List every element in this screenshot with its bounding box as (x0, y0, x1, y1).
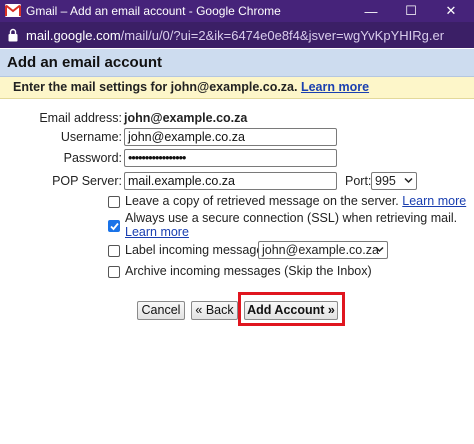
notice-bar: Enter the mail settings for john@example… (0, 77, 474, 99)
minimize-button[interactable]: — (354, 0, 388, 22)
leave-copy-learn-more-link[interactable]: Learn more (402, 194, 466, 208)
cancel-button[interactable]: Cancel (137, 301, 185, 320)
lock-icon[interactable] (8, 28, 18, 42)
leave-copy-option: Leave a copy of retrieved message on the… (125, 194, 466, 208)
password-input[interactable]: ••••••••••••••••• (124, 149, 337, 167)
label-incoming-checkbox[interactable] (108, 245, 120, 257)
window-titlebar: Gmail – Add an email account - Google Ch… (0, 0, 474, 22)
email-address-label: Email address: (39, 111, 122, 125)
label-incoming-label: Label incoming messages: (125, 243, 273, 257)
pop-server-label: POP Server: (52, 174, 122, 188)
checkmark-icon (110, 222, 119, 231)
url-host: mail.google.com (26, 28, 121, 43)
pop-server-input[interactable]: mail.example.co.za (124, 172, 337, 190)
chevron-down-icon (375, 246, 384, 253)
ssl-label: Always use a secure connection (SSL) whe… (125, 211, 458, 225)
ssl-checkbox[interactable] (108, 220, 120, 232)
back-button[interactable]: « Back (191, 301, 238, 320)
notice-learn-more-link[interactable]: Learn more (301, 80, 369, 94)
leave-copy-checkbox[interactable] (108, 196, 120, 208)
label-incoming-select-value: john@example.co.za (262, 243, 379, 257)
leave-copy-label: Leave a copy of retrieved message on the… (125, 194, 399, 208)
username-label: Username: (60, 130, 122, 144)
notice-text: Enter the mail settings for john@example… (13, 80, 298, 94)
port-select-value: 995 (375, 174, 396, 188)
port-label: Port: (345, 174, 372, 188)
close-window-button[interactable]: ✕ (434, 0, 468, 22)
notice-message: Enter the mail settings for john@example… (6, 79, 472, 97)
archive-checkbox[interactable] (108, 266, 120, 278)
port-select[interactable]: 995 (371, 172, 417, 190)
archive-label: Archive incoming messages (Skip the Inbo… (125, 264, 372, 278)
url-text[interactable]: mail.google.com/mail/u/0/?ui=2&ik=6474e0… (26, 28, 444, 43)
username-input[interactable]: john@example.co.za (124, 128, 337, 146)
window-title: Gmail – Add an email account - Google Ch… (26, 4, 281, 18)
gmail-icon (5, 4, 21, 17)
page-title: Add an email account (0, 49, 474, 77)
password-label: Password: (63, 151, 122, 165)
ssl-learn-more-link[interactable]: Learn more (125, 225, 189, 239)
highlight-box (238, 292, 345, 326)
url-path: /mail/u/0/?ui=2&ik=6474e0e8f4&jsver=wgYv… (120, 28, 444, 43)
email-address-value: john@example.co.za (124, 111, 248, 125)
label-incoming-select[interactable]: john@example.co.za (258, 241, 388, 259)
maximize-button[interactable]: ☐ (394, 0, 428, 22)
chevron-down-icon (404, 177, 413, 184)
address-bar[interactable]: mail.google.com/mail/u/0/?ui=2&ik=6474e0… (0, 22, 474, 48)
